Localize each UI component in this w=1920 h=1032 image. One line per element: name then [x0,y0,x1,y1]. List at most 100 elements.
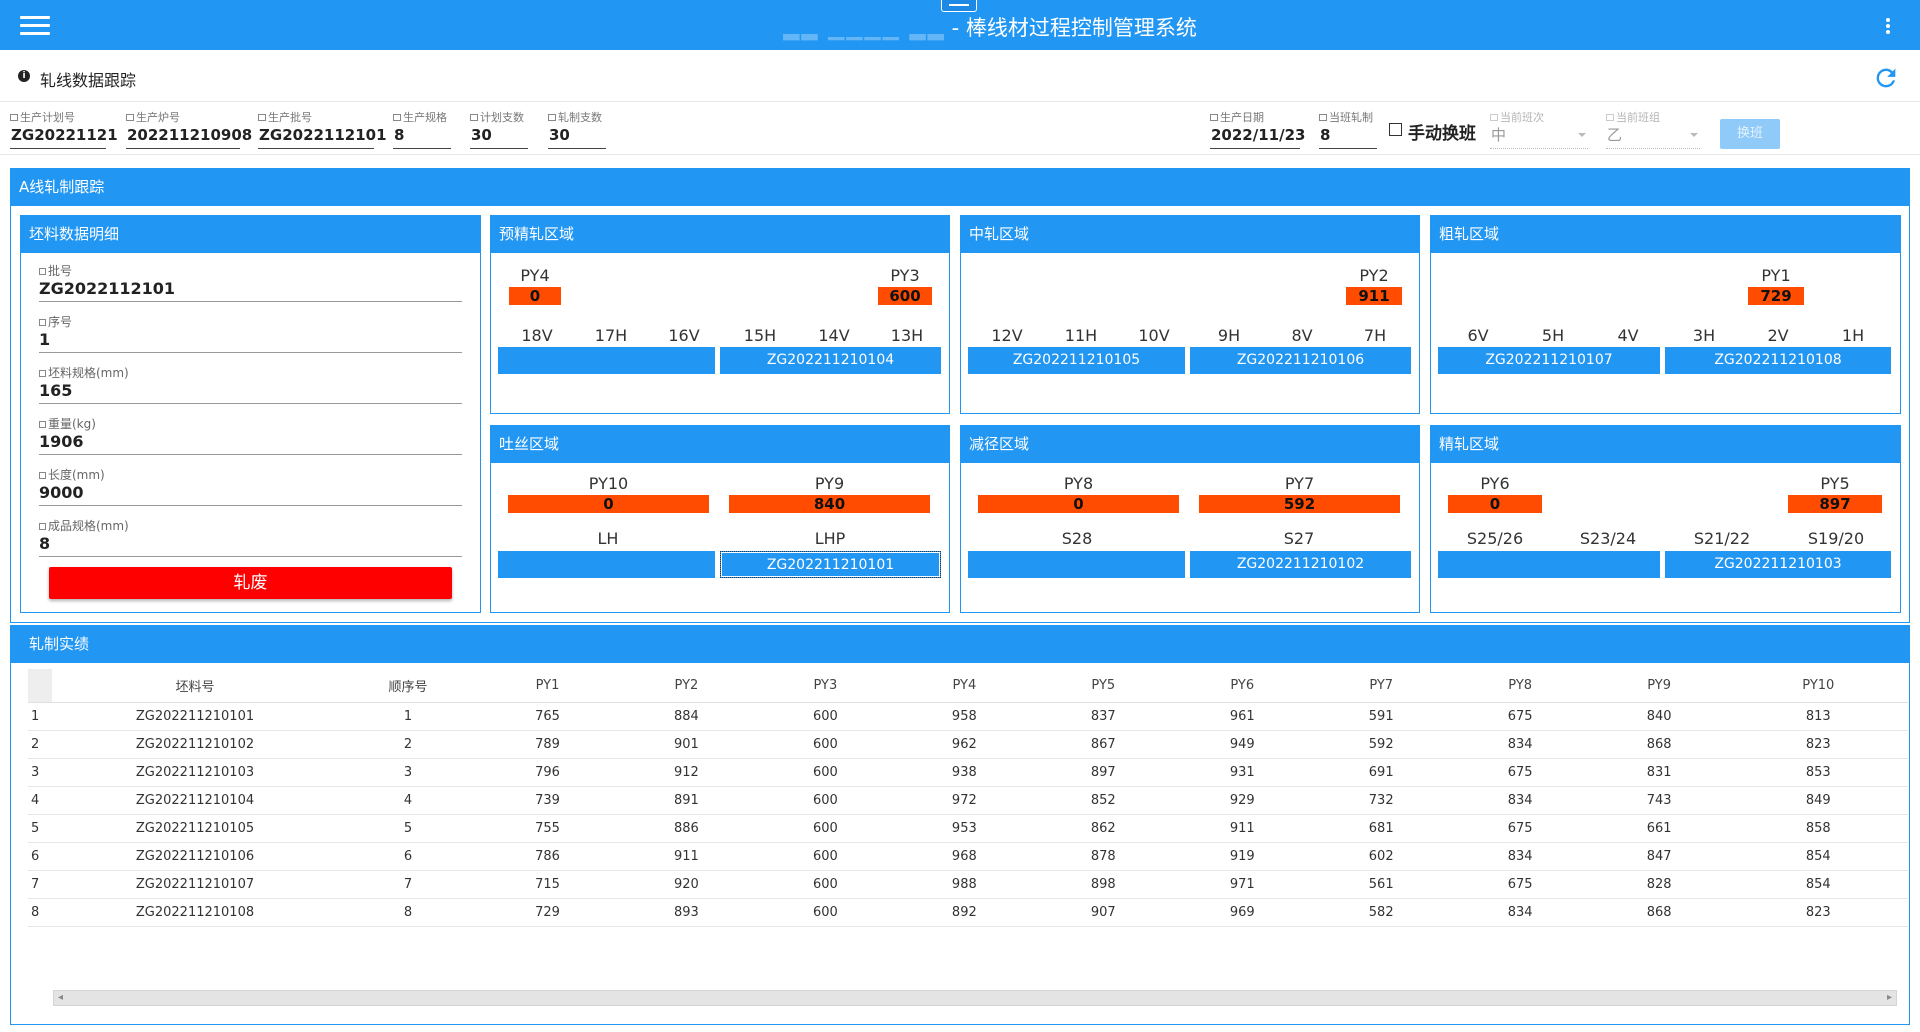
column-header[interactable]: PY2 [616,669,756,703]
table-cell: 592 [1311,730,1451,759]
table-row[interactable]: 6 ZG202211210106 6 786 911 600 968 878 919 602 834… [28,842,1908,871]
billet-slot[interactable]: ZG202211210107 [1438,347,1660,374]
prod-date-field[interactable]: 生产日期 2022/11/23 [1210,109,1305,149]
collapse-handle-icon[interactable] [941,0,977,12]
table-cell: 3 [338,758,478,787]
billet-field-seq[interactable]: 序号 1 [39,313,462,353]
table-cell: 582 [1311,898,1451,927]
table-row[interactable]: 1 ZG202211210101 1 765 884 600 958 837 961 591 675… [28,702,1908,731]
rolled-count-field[interactable]: 轧制支数 30 [548,109,606,149]
column-header[interactable]: PY6 [1172,669,1312,703]
pyrometer-py5: PY5 897 [1788,473,1882,513]
billet-slot[interactable]: ZG202211210106 [1190,347,1411,374]
billet-field-batch[interactable]: 批号 ZG2022112101 [39,262,462,302]
table-cell: 920 [616,870,756,899]
redacted-company-name: ▂▂ ▁▁▁▁ ▂▂ [783,16,946,40]
table-cell: 834 [1450,898,1590,927]
column-header[interactable]: PY4 [894,669,1034,703]
billet-slot[interactable]: ZG202211210104 [720,347,941,374]
dropdown-arrow-icon [1690,133,1698,137]
table-cell: 884 [616,702,756,731]
batch-no-field[interactable]: 生产批号 ZG2022112101 [258,109,387,149]
panel-title: 吐丝区域 [491,426,949,463]
field-label: 批号 [48,264,73,278]
scrap-button[interactable]: 轧废 [49,567,452,599]
field-icon [258,114,266,121]
heat-no-field[interactable]: 生产炉号 202211210908 [126,109,252,149]
pyrometer-label: PY2 [1359,266,1389,285]
column-header[interactable]: PY9 [1589,669,1729,703]
horizontal-scrollbar[interactable]: ◂ ▸ [53,990,1897,1006]
billet-slot[interactable] [498,551,715,578]
table-row[interactable]: 3 ZG202211210103 3 796 912 600 938 897 931 691 675… [28,758,1908,787]
table-cell: 849 [1728,786,1908,815]
field-icon [39,523,46,530]
manual-shift-checkbox[interactable] [1389,123,1402,136]
table-row[interactable]: 4 ZG202211210104 4 739 891 600 972 852 929 732 834… [28,786,1908,815]
plan-count-field[interactable]: 计划支数 30 [470,109,528,149]
a-line-tracking-panel: A线轧制跟踪 坯料数据明细 批号 ZG2022112101 序号 1 坯料规格(mm… [10,168,1910,623]
pyrometer-py9: PY9 840 [729,473,930,513]
scroll-left-icon[interactable]: ◂ [58,991,63,1005]
column-header[interactable]: 坯料号 [52,669,338,703]
billet-slot[interactable] [1438,551,1660,578]
table-cell: 765 [478,702,617,731]
table-cell: 675 [1450,702,1590,731]
billet-slot[interactable]: ZG202211210103 [1665,551,1891,578]
billet-field-spec[interactable]: 坯料规格(mm) 165 [39,364,462,404]
info-icon: i [18,70,30,82]
billet-slot-selected[interactable]: ZG202211210101 [720,551,941,578]
billet-slot[interactable] [498,347,715,374]
spec-field[interactable]: 生产规格 8 [393,109,451,149]
column-header[interactable]: PY1 [478,669,617,703]
billet-slot[interactable]: ZG202211210102 [1190,551,1411,578]
field-value: 8 [1319,123,1377,149]
table-cell: 847 [1589,842,1729,871]
row-number-cell: 8 [28,898,52,927]
table-cell: 868 [1589,730,1729,759]
pyrometer-py8: PY8 0 [978,473,1179,513]
refresh-icon[interactable] [1872,64,1900,92]
panel-title: 减径区域 [961,426,1419,463]
billet-slot[interactable] [968,551,1185,578]
column-header[interactable]: 顺序号 [338,669,478,703]
billet-field-product-spec[interactable]: 成品规格(mm) 8 [39,517,462,557]
billet-field-weight[interactable]: 重量(kg) 1906 [39,415,462,455]
row-number-cell: 3 [28,758,52,787]
scroll-right-icon[interactable]: ▸ [1887,991,1892,1005]
table-row[interactable]: 7 ZG202211210107 7 715 920 600 988 898 971 561 675… [28,870,1908,899]
column-header[interactable]: PY3 [755,669,895,703]
table-cell: 602 [1311,842,1451,871]
billet-slot[interactable]: ZG202211210108 [1665,347,1891,374]
pyrometer-value: 911 [1346,287,1402,305]
field-label: 当前班组 [1616,111,1660,124]
column-header[interactable]: PY5 [1033,669,1173,703]
panel-title: 预精轧区域 [491,216,949,253]
field-icon [10,114,18,121]
field-label: 坯料规格(mm) [48,366,129,380]
pyrometer-label: PY9 [814,474,845,493]
table-row[interactable]: 5 ZG202211210105 5 755 886 600 953 862 911 681 675… [28,814,1908,843]
current-team-select[interactable]: 当前班组 乙 [1606,109,1700,149]
table-cell: 600 [755,814,895,843]
column-header[interactable]: PY10 [1728,669,1908,703]
billet-slot[interactable]: ZG202211210105 [968,347,1185,374]
shift-rolled-field[interactable]: 当班轧制 8 [1319,109,1377,149]
column-header[interactable]: PY7 [1311,669,1451,703]
billet-detail-panel: 坯料数据明细 批号 ZG2022112101 序号 1 坯料规格(mm) 165 重量… [20,215,481,613]
table-row[interactable]: 8 ZG202211210108 8 729 893 600 892 907 969 582 834… [28,898,1908,927]
row-number-header [28,669,52,703]
app-title: ▂▂ ▁▁▁▁ ▂▂ - 棒线材过程控制管理系统 [783,16,1197,40]
table-cell: 600 [755,730,895,759]
stand-label: 13H [890,326,924,345]
current-shift-select[interactable]: 当前班次 中 [1490,109,1588,149]
billet-field-length[interactable]: 长度(mm) 9000 [39,466,462,506]
column-header[interactable]: PY8 [1450,669,1590,703]
page-title: 轧线数据跟踪 [40,71,137,90]
table-cell: 988 [894,870,1034,899]
plan-no-field[interactable]: 生产计划号 ZG20221121 [10,109,118,149]
table-row[interactable]: 2 ZG202211210102 2 789 901 600 962 867 949 592 834… [28,730,1908,759]
more-options-icon[interactable] [1886,18,1890,34]
shift-change-button[interactable]: 换班 [1720,119,1780,149]
row-number-cell: 5 [28,814,52,843]
